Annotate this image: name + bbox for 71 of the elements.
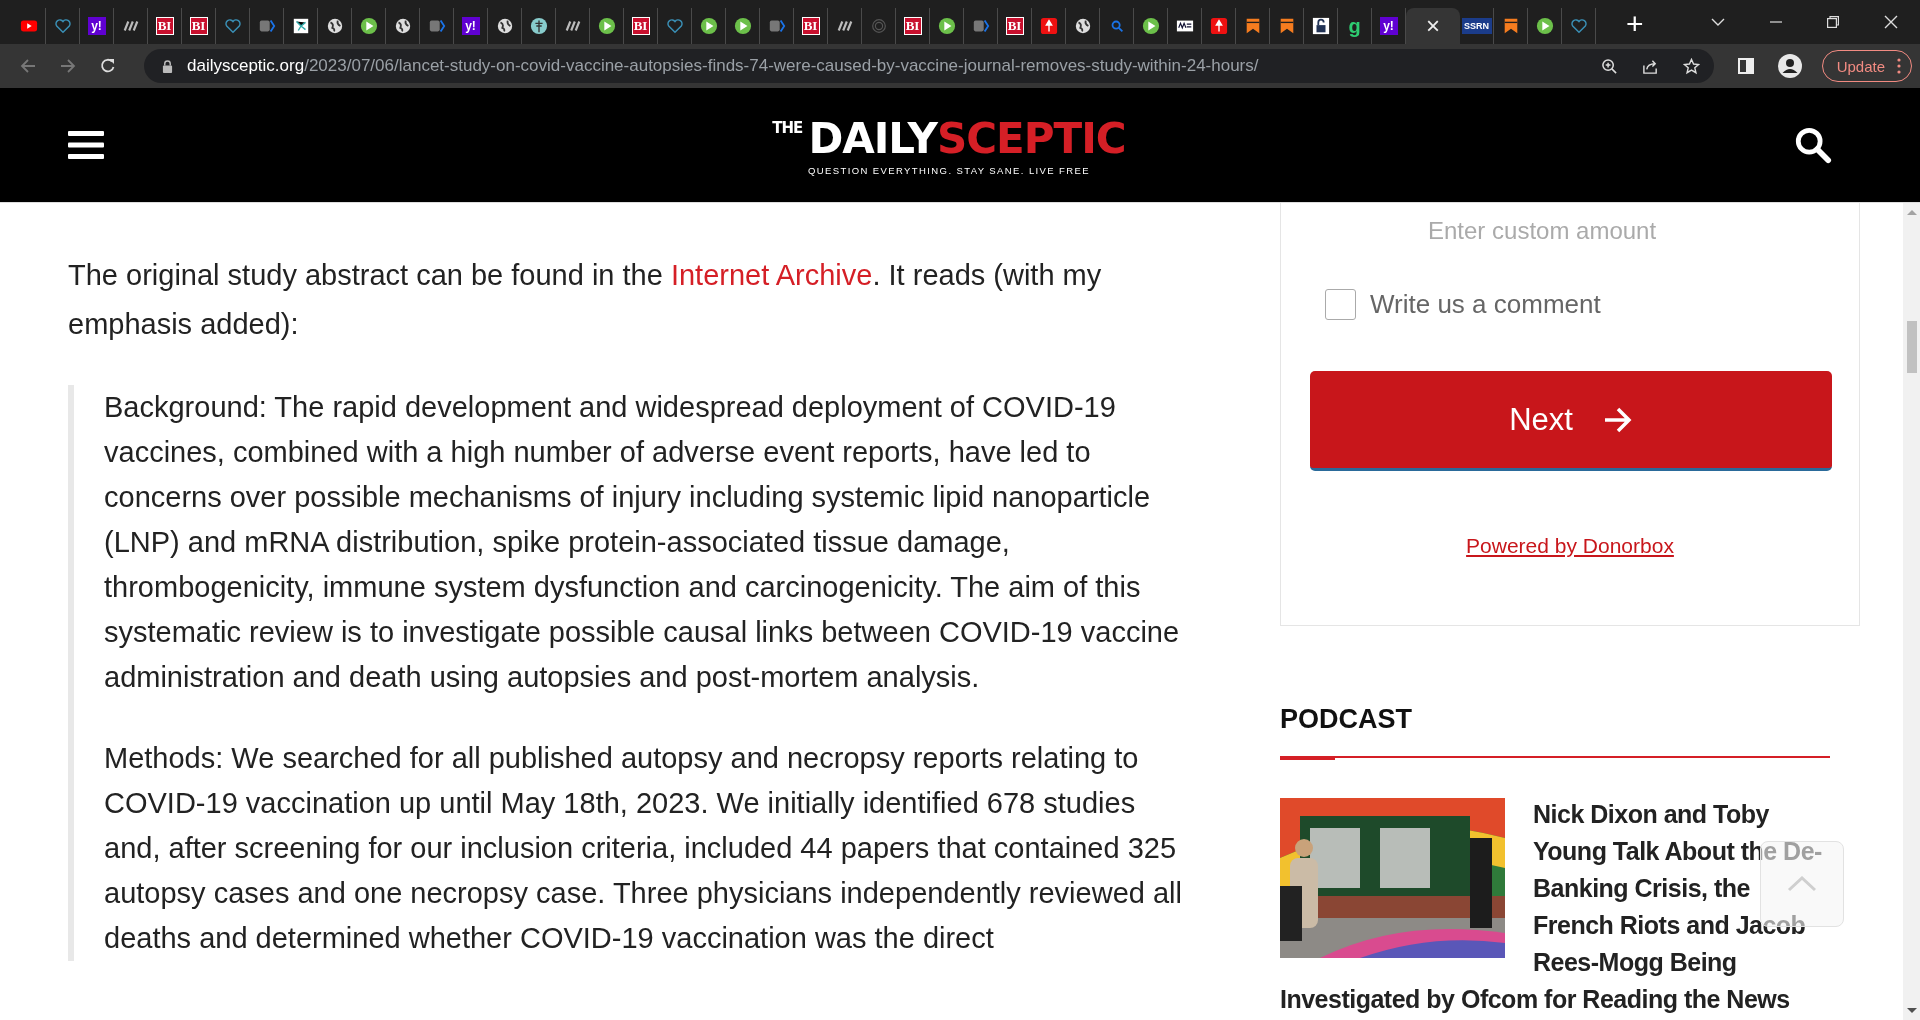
profile-icon[interactable] [1777,54,1802,78]
favicon: BI [155,17,174,35]
favicon: SSRN [1461,18,1492,34]
browser-tab[interactable]: SSRN [1460,8,1494,44]
globe-icon [1073,17,1092,35]
amount-field[interactable]: Enter custom amount [1310,203,1848,259]
heart-icon [223,17,242,35]
menu-icon[interactable] [68,131,104,159]
globe-icon [325,17,344,35]
browser-tab[interactable]: × [1406,8,1460,44]
restore-icon[interactable] [1827,16,1839,28]
play-icon [733,17,752,35]
next-button[interactable]: Next [1310,371,1832,471]
checkbox[interactable] [1325,289,1356,320]
favicon: BI [189,17,208,35]
padlock-icon [1311,17,1330,35]
url-text: dailysceptic.org/2023/07/06/lancet-study-on-covid-vaccine-autopsies-finds-74-were-caused-by-vaccine-journal-removes-study-within-24-hours/ [187,56,1259,76]
molecule-icon [291,17,310,35]
scrollbar[interactable] [1903,203,1920,1020]
back-icon[interactable] [20,58,36,74]
globe-icon [495,17,514,35]
star-icon[interactable] [1682,57,1700,75]
caret-icon[interactable] [1711,18,1725,26]
play-icon [597,17,616,35]
quote-paragraph: Background: The rapid development and widespread deployment of COVID-19 vaccines, combined with a high number of adverse event reports, have led to concerns over possible mechanisms of injury including systemic lipid nanoparticle (LNP) and mRNA distribution, spike protein-associated tissue damage, thrombogenicity, immune system dysfunction and carcinogenicity. The aim of this systematic review is to investigate possible causal links between COVID-19 vaccine administration and death using autopsies and post-mortem analysis. [104,390,1181,695]
favicon: BI [1005,17,1024,35]
powered-by-link[interactable]: Powered by Donorbox [1466,534,1674,558]
link[interactable]: Internet Archive [670,259,873,291]
close-icon[interactable] [1884,15,1898,29]
quote-paragraph: Methods: We searched for all published autopsy and necropsy reports relating to COVID-19 vaccination up until May 18th, 2023. We initially identified 678 studies and, after screening for our inclusion criteria, included 44 papers that contained 325 autopsy cases and one necropsy case. Three physicians independently reviewed all deaths and determined whether COVID-19 vaccination was the direct [104,741,1183,956]
arrow-right-icon [1602,405,1633,434]
pin-icon [1039,17,1058,35]
checkbox-label: Write us a comment [1370,289,1601,320]
new-tab-button[interactable]: + [1626,7,1644,41]
side-panel-icon[interactable] [1737,58,1754,74]
favicon: y! [87,17,106,35]
favicon: y! [1379,17,1398,35]
chevron-icon [971,17,990,35]
heart-icon [665,17,684,35]
more-icon[interactable] [1897,58,1901,74]
play-icon [1141,17,1160,35]
pin-icon [1209,17,1228,35]
scroll-down-icon[interactable] [1906,1008,1917,1014]
paragraph: The original study abstract can be found in the Internet Archive. It reads (with my emphasis added): [68,258,1103,342]
heart-icon [1569,17,1588,35]
zoom-icon[interactable] [1600,57,1618,75]
forward-icon[interactable] [60,58,76,74]
favicon: BI [631,17,650,35]
address-bar[interactable]: dailysceptic.org/2023/07/06/lancet-study-on-covid-vaccine-autopsies-finds-74-were-caused-by-vaccine-journal-removes-study-within-24-hours/ [144,49,1714,83]
section-heading: PODCAST [1280,704,1413,735]
chevron-icon [257,17,276,35]
chevron-up-icon [1787,876,1817,892]
play-icon [699,17,718,35]
lock-icon [162,59,173,73]
reload-icon[interactable] [100,58,116,74]
search-icon[interactable] [1794,126,1832,164]
favicon: BI [903,17,922,35]
favicon: g [1347,17,1362,35]
play-icon [1535,17,1554,35]
favicon: BI [801,17,820,35]
chevron-icon [767,17,786,35]
play-icon [937,17,956,35]
favicon: y! [461,17,480,35]
scrollbar-thumb[interactable] [1906,321,1917,373]
tree-icon [529,17,548,35]
heart-icon [53,17,72,35]
play-icon [359,17,378,35]
close-tab-icon[interactable]: × [1426,12,1440,40]
chevron-icon [427,17,446,35]
podcast-title[interactable]: Nick Dixon and Toby Young Talk About the De-Banking Crisis, the French Riots and Jacob Rees-Mogg Being Investigated by Ofcom for Reading the News [1280,796,1828,1018]
globe-icon [393,17,412,35]
